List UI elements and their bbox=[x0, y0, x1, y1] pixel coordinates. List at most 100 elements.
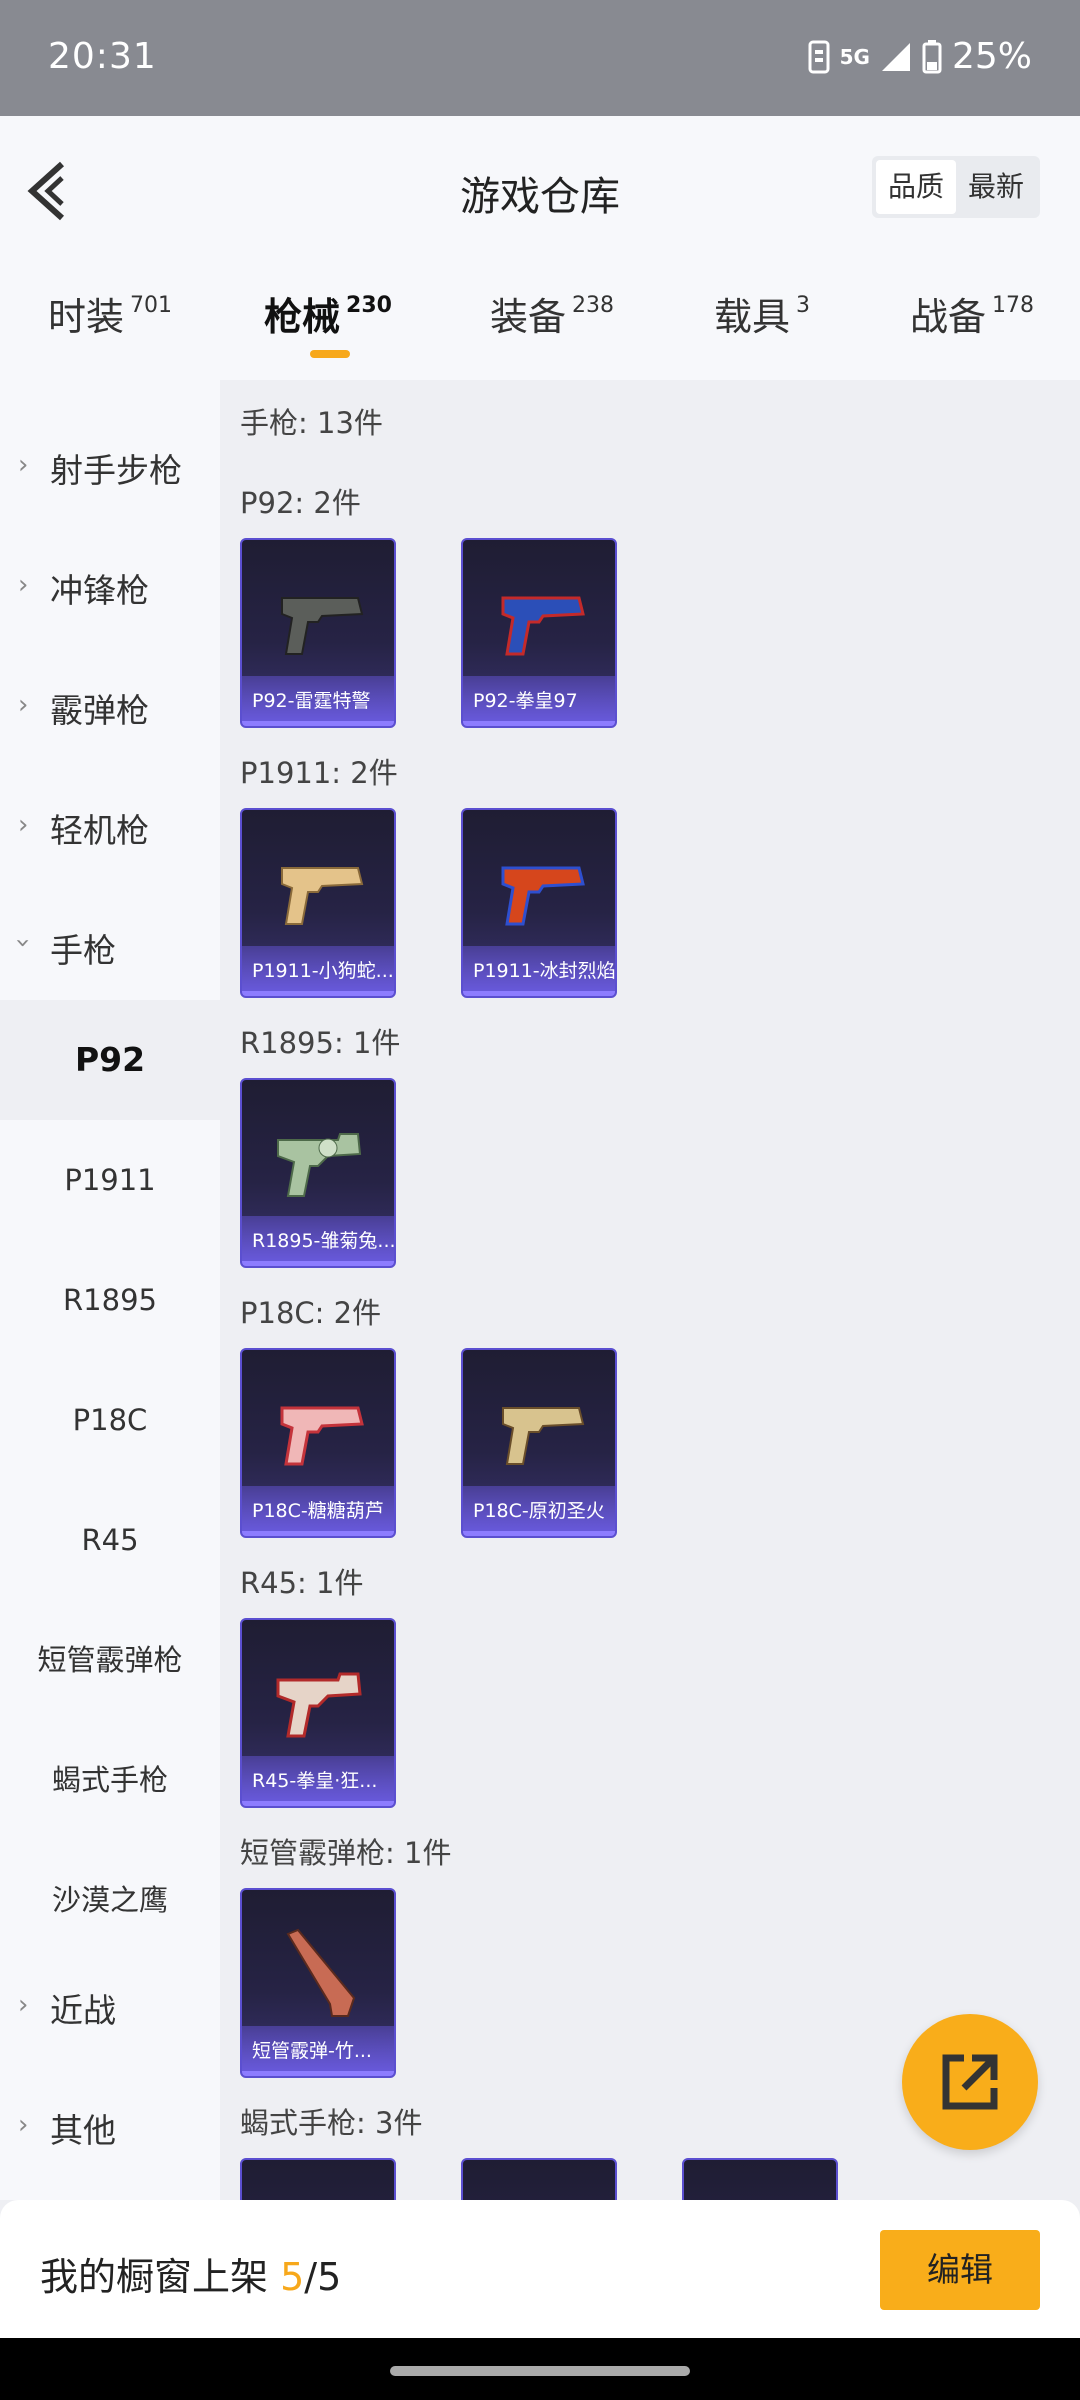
pistol-icon bbox=[501, 866, 585, 926]
showcase-status: 我的橱窗上架 5/5 bbox=[40, 2246, 341, 2301]
weapon-card[interactable]: P92-拳皇97 bbox=[461, 538, 617, 728]
rarity-bar bbox=[463, 1531, 615, 1536]
group-title: P18C: 2件 bbox=[240, 1296, 382, 1330]
sidebar-category[interactable]: › 冲锋枪 bbox=[0, 556, 220, 616]
weapon-card[interactable]: P18C-原初圣火 bbox=[461, 1348, 617, 1538]
tab-label: 战备 bbox=[910, 295, 987, 339]
chevron-right-icon: › bbox=[18, 690, 29, 720]
top-header: 游戏仓库 品质 最新 时装 701 枪械 230 装备 238 载具 3 战备 178 bbox=[0, 116, 1080, 380]
tab-vehicles[interactable]: 载具 3 bbox=[714, 286, 810, 341]
sidebar-category-expanded[interactable]: › 手枪 bbox=[0, 916, 220, 976]
rarity-bar bbox=[242, 2071, 394, 2076]
tab-supplies[interactable]: 战备 178 bbox=[910, 286, 1034, 341]
group-title: P92: 2件 bbox=[240, 486, 361, 520]
tab-fashion[interactable]: 时装 701 bbox=[48, 286, 172, 341]
showcase-current: 5 bbox=[280, 2255, 305, 2299]
category-tabs: 时装 701 枪械 230 装备 238 载具 3 战备 178 bbox=[0, 286, 1080, 366]
sidebar-item-r45[interactable]: R45 bbox=[0, 1480, 220, 1600]
sidebar-item-p1911[interactable]: P1911 bbox=[0, 1120, 220, 1240]
group-title: R45: 1件 bbox=[240, 1566, 364, 1600]
tab-label: 载具 bbox=[714, 295, 791, 339]
chevron-right-icon: › bbox=[18, 570, 29, 600]
rarity-bar bbox=[463, 721, 615, 726]
signal-icon bbox=[881, 42, 910, 71]
weapon-name: P18C-原初圣火 bbox=[463, 1486, 615, 1536]
rarity-bar bbox=[242, 721, 394, 726]
group-title: 蝎式手枪: 3件 bbox=[240, 2106, 423, 2140]
weapon-card[interactable]: P1911-冰封烈焰 bbox=[461, 808, 617, 998]
chevron-right-icon: › bbox=[18, 810, 29, 840]
weapon-card[interactable] bbox=[682, 2158, 838, 2200]
shotgun-icon bbox=[286, 1928, 356, 2017]
share-external-icon bbox=[942, 2054, 998, 2110]
pistol-icon bbox=[281, 867, 364, 925]
revolver-icon bbox=[277, 1133, 362, 1197]
vibrate-icon bbox=[808, 40, 830, 73]
weapon-name: P92-拳皇97 bbox=[463, 676, 615, 726]
sidebar-category[interactable]: › 近战 bbox=[0, 1976, 220, 2036]
pistol-summary: 手枪: 13件 bbox=[240, 406, 383, 440]
weapon-sidebar: › 射手步枪 › 冲锋枪 › 霰弹枪 › 轻机枪 › 手枪 P92 P1911 R1895… bbox=[0, 380, 220, 2200]
sort-latest[interactable]: 最新 bbox=[956, 160, 1036, 214]
sidebar-category[interactable]: › 其他 bbox=[0, 2096, 220, 2156]
rarity-bar bbox=[242, 991, 394, 996]
weapon-card[interactable]: 短管霰弹-竹... bbox=[240, 1888, 396, 2078]
weapon-card[interactable] bbox=[240, 2158, 396, 2200]
tab-label: 装备 bbox=[490, 295, 567, 339]
sidebar-category[interactable]: › 霰弹枪 bbox=[0, 676, 220, 736]
sort-toggle: 品质 最新 bbox=[871, 156, 1040, 218]
rarity-bar bbox=[242, 1531, 394, 1536]
weapon-card[interactable]: R45-拳皇·狂... bbox=[240, 1618, 396, 1808]
sidebar-category-label: 轻机枪 bbox=[50, 811, 149, 850]
sidebar-category-label: 手枪 bbox=[50, 931, 116, 970]
sidebar-item-sawed-off[interactable]: 短管霰弹枪 bbox=[0, 1600, 220, 1720]
weapon-name: R45-拳皇·狂... bbox=[242, 1756, 394, 1806]
rarity-bar bbox=[242, 1801, 394, 1806]
weapon-card[interactable] bbox=[461, 2158, 617, 2200]
weapon-card[interactable]: P92-雷霆特警 bbox=[240, 538, 396, 728]
sidebar-item-desert-eagle[interactable]: 沙漠之鹰 bbox=[0, 1840, 220, 1960]
sidebar-category[interactable]: › 轻机枪 bbox=[0, 796, 220, 856]
showcase-label: 我的橱窗上架 bbox=[40, 2255, 269, 2299]
group-title: R1895: 1件 bbox=[240, 1026, 401, 1060]
weapon-name: 短管霰弹-竹... bbox=[242, 2026, 394, 2076]
showcase-total: /5 bbox=[304, 2255, 342, 2299]
tab-firearms[interactable]: 枪械 230 bbox=[264, 286, 392, 358]
chevron-right-icon: › bbox=[18, 450, 29, 480]
sidebar-category-label: 冲锋枪 bbox=[50, 571, 149, 610]
tab-count: 178 bbox=[992, 293, 1035, 318]
rarity-bar bbox=[242, 1261, 394, 1266]
battery-level: 25% bbox=[951, 36, 1032, 77]
home-gesture-bar[interactable] bbox=[390, 2366, 690, 2376]
sidebar-item-p92[interactable]: P92 bbox=[0, 1000, 220, 1120]
sidebar-item-r1895[interactable]: R1895 bbox=[0, 1240, 220, 1360]
group-title: 短管霰弹枪: 1件 bbox=[240, 1836, 452, 1870]
sidebar-item-scorpion[interactable]: 蝎式手枪 bbox=[0, 1720, 220, 1840]
chevron-right-icon: › bbox=[18, 1990, 29, 2020]
sidebar-item-p18c[interactable]: P18C bbox=[0, 1360, 220, 1480]
weapon-card[interactable]: P1911-小狗蛇... bbox=[240, 808, 396, 998]
group-title: P1911: 2件 bbox=[240, 756, 398, 790]
status-right: 5G 25% bbox=[808, 36, 1032, 77]
weapon-card[interactable]: R1895-雏菊兔... bbox=[240, 1078, 396, 1268]
tab-label: 枪械 bbox=[264, 295, 341, 339]
tab-count: 230 bbox=[346, 293, 392, 318]
tab-count: 3 bbox=[796, 293, 811, 318]
tab-label: 时装 bbox=[48, 295, 125, 339]
weapon-name: R1895-雏菊兔... bbox=[242, 1216, 394, 1266]
revolver-icon bbox=[276, 1672, 362, 1738]
share-button[interactable] bbox=[902, 2014, 1038, 2150]
edit-button[interactable]: 编辑 bbox=[880, 2230, 1040, 2310]
weapon-card[interactable]: P18C-糖糖葫芦 bbox=[240, 1348, 396, 1538]
rarity-bar bbox=[463, 991, 615, 996]
sort-quality[interactable]: 品质 bbox=[875, 160, 956, 214]
sidebar-category-label: 其他 bbox=[50, 2111, 116, 2150]
battery-icon bbox=[922, 39, 942, 73]
weapon-name: P1911-小狗蛇... bbox=[242, 946, 394, 996]
pistol-icon bbox=[502, 1407, 585, 1465]
network-type: 5G bbox=[839, 44, 870, 69]
sidebar-category[interactable]: › 射手步枪 bbox=[0, 436, 220, 496]
tab-equipment[interactable]: 装备 238 bbox=[490, 286, 614, 341]
weapon-name: P1911-冰封烈焰 bbox=[463, 946, 615, 996]
sidebar-category-label: 近战 bbox=[50, 1991, 116, 2030]
